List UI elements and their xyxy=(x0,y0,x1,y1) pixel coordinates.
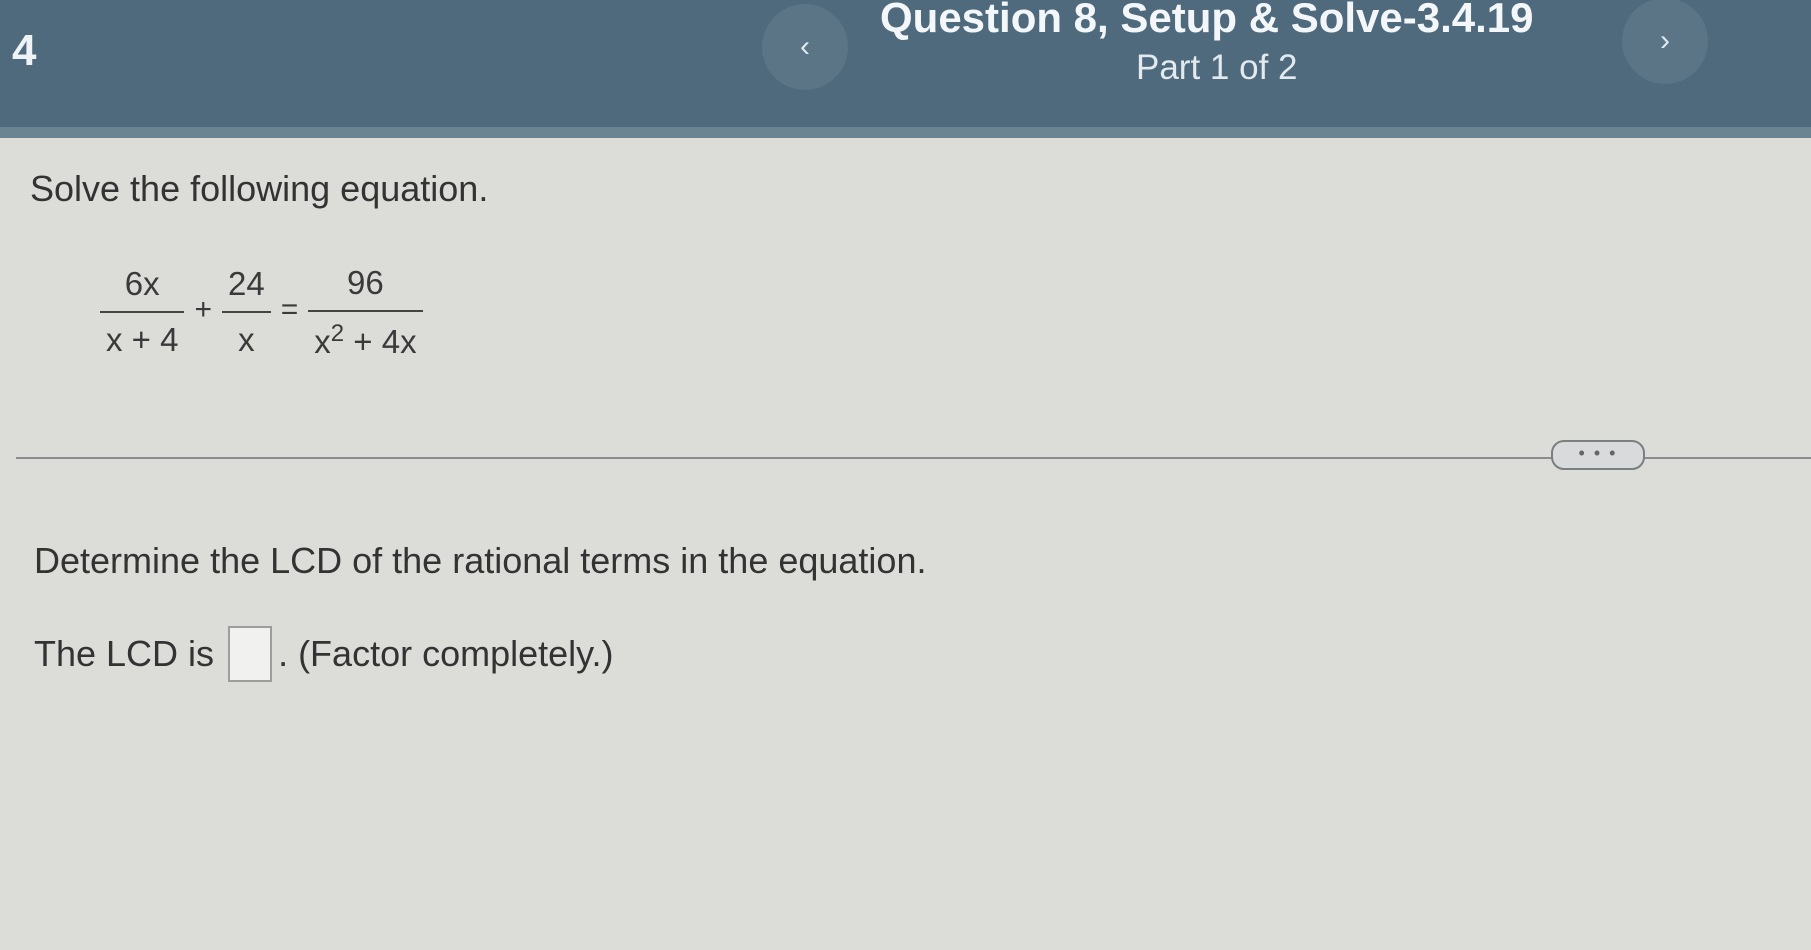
problem-instruction: Solve the following equation. xyxy=(30,168,489,209)
previous-question-button[interactable]: ‹ xyxy=(762,4,848,90)
question-title: Question 8, Setup & Solve-3.4.19 xyxy=(880,0,1534,41)
answer-line: The LCD is . (Factor completely.) xyxy=(34,626,613,682)
fraction-2-denominator: x xyxy=(222,311,271,359)
step-prompt: Determine the LCD of the rational terms … xyxy=(34,540,927,581)
fraction-term-1: 6x x + 4 xyxy=(100,265,185,359)
plus-operator: + xyxy=(194,293,212,326)
chevron-left-icon: ‹ xyxy=(800,30,810,63)
fraction-3-denominator: x2 + 4x xyxy=(308,309,423,361)
rational-equation: 6x x + 4 + 24 x = 96 x2 + 4x xyxy=(100,252,423,372)
question-header: 4 ‹ Question 8, Setup & Solve-3.4.19 Par… xyxy=(0,0,1811,138)
fraction-3-numerator: 96 xyxy=(347,263,384,301)
fraction-1-numerator: 6x xyxy=(124,265,160,302)
fraction-2-numerator: 24 xyxy=(228,265,265,302)
answer-prefix: The LCD is xyxy=(34,633,215,674)
question-number: 4 xyxy=(12,26,37,75)
fraction-term-3: 96 x2 + 4x xyxy=(308,263,423,361)
section-divider xyxy=(16,457,1811,459)
fraction-1-denominator: x + 4 xyxy=(100,311,185,359)
header-bottom-strip xyxy=(0,127,1811,138)
expand-more-button[interactable]: • • • xyxy=(1551,440,1645,470)
lcd-answer-input[interactable] xyxy=(228,626,273,682)
equals-operator: = xyxy=(280,293,299,326)
question-part-indicator: Part 1 of 2 xyxy=(1136,48,1298,87)
chevron-right-icon: › xyxy=(1660,24,1670,57)
denominator-exponent: 2 xyxy=(330,319,345,347)
next-question-button[interactable]: › xyxy=(1622,0,1708,84)
fraction-term-2: 24 x xyxy=(222,265,271,359)
denominator-base: x xyxy=(314,322,331,360)
answer-suffix: . (Factor completely.) xyxy=(278,633,614,674)
denominator-rest: + 4x xyxy=(344,322,417,360)
